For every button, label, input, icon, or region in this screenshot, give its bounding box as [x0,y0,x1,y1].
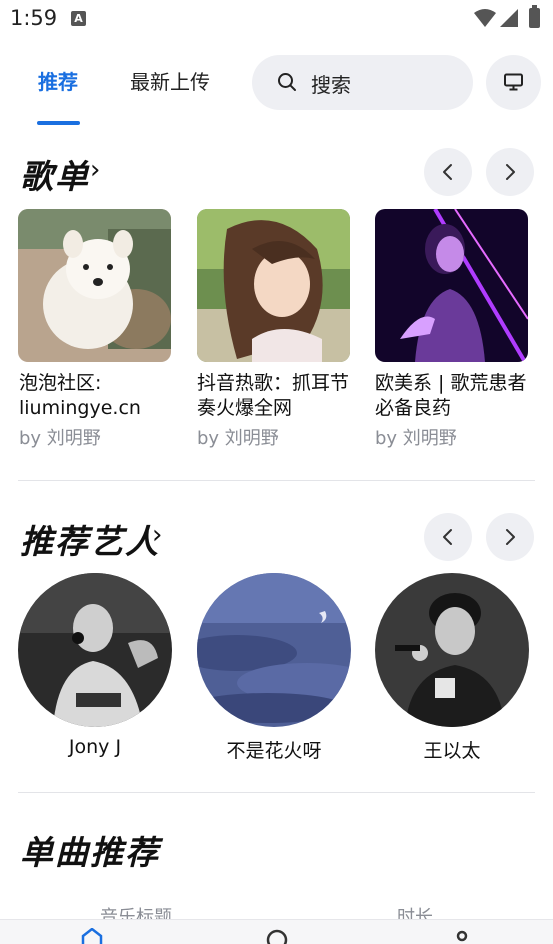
search-placeholder: 搜索 [311,73,351,97]
chevron-right-icon [506,529,515,545]
playlist-cover-image[interactable] [375,209,528,362]
active-tab-indicator [37,121,80,125]
artists-prev-button[interactable] [424,513,472,561]
playlist-title[interactable]: 欧美系 | 歌荒患者必备良药 [375,371,535,421]
app-screen: 1:59 A 推荐 最新上传 搜索 歌单 › 泡泡社区: liumingye.c… [0,0,553,944]
artists-section-title[interactable]: 推荐艺人 [20,515,160,563]
notification-a-icon: A [71,11,86,26]
playlist-title[interactable]: 抖音热歌：抓耳节奏火爆全网 [197,371,357,421]
playlists-next-button[interactable] [486,148,534,196]
playlist-author: by 刘明野 [375,428,457,449]
artist-avatar[interactable] [18,573,172,727]
songs-section-title: 单曲推荐 [20,833,160,872]
playlists-prev-button[interactable] [424,148,472,196]
status-bar: 1:59 A [0,0,553,38]
section-divider [18,480,535,481]
chevron-left-icon [443,529,452,545]
artist-name[interactable]: 不是花火呀 [194,736,354,763]
playlist-cover-image[interactable] [18,209,171,362]
search-icon [278,73,296,91]
cast-screen-button[interactable] [486,55,541,110]
tab-recommend[interactable]: 推荐 [38,66,78,95]
tab-latest-upload[interactable]: 最新上传 [130,66,210,95]
profile-icon[interactable] [450,928,474,944]
battery-icon [529,5,540,28]
playlist-cover-image[interactable] [197,209,350,362]
monitor-icon [504,73,523,91]
chevron-right-icon[interactable]: › [90,155,100,185]
bottom-navigation [0,919,553,944]
section-divider [18,792,535,793]
chevron-right-icon[interactable]: › [152,520,162,550]
playlist-title[interactable]: 泡泡社区: liumingye.cn [19,371,179,421]
discover-icon[interactable] [265,928,289,944]
chevron-left-icon [443,164,452,180]
wifi-icon [474,9,496,27]
search-bar[interactable]: 搜索 [252,55,473,110]
artist-name[interactable]: 王以太 [372,736,532,763]
artist-avatar[interactable] [375,573,529,727]
playlists-section-title[interactable]: 歌单 [20,150,90,198]
chevron-right-icon [506,164,515,180]
artist-avatar[interactable] [197,573,351,727]
playlist-author: by 刘明野 [19,428,101,449]
artist-name[interactable]: Jony J [15,736,175,758]
playlist-author: by 刘明野 [197,428,279,449]
status-time: 1:59 [10,6,58,30]
signal-icon [500,9,518,27]
artists-next-button[interactable] [486,513,534,561]
home-icon[interactable] [80,928,104,944]
